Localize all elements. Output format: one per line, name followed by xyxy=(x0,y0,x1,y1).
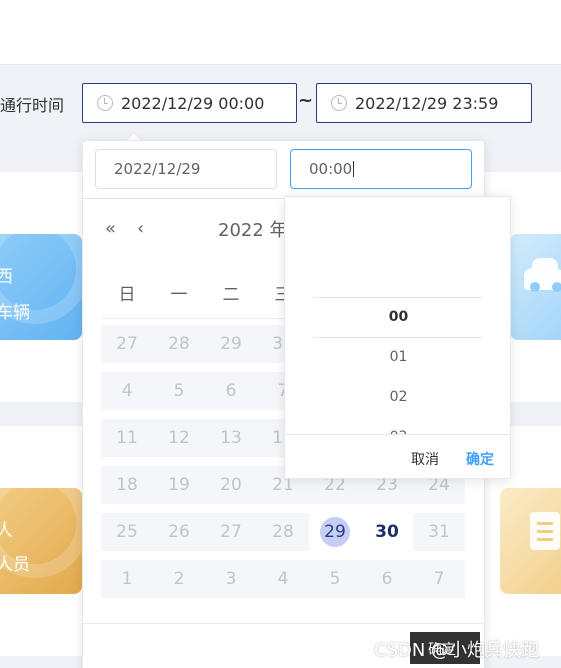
day-cell[interactable]: 28 xyxy=(257,513,309,551)
picker-footer-divider xyxy=(83,623,484,624)
document-stat-card[interactable] xyxy=(500,488,561,594)
day-cell[interactable]: 29 xyxy=(205,325,257,363)
day-cell[interactable]: 19 xyxy=(153,466,205,504)
time-panel-footer: 取消 确定 xyxy=(285,434,510,478)
day-cell[interactable]: 4 xyxy=(257,560,309,598)
text-caret xyxy=(353,161,355,177)
weekday-label: 日 xyxy=(118,285,136,305)
day-cell[interactable]: 2 xyxy=(153,560,205,598)
day-cell[interactable]: 3 xyxy=(205,560,257,598)
start-datetime-input[interactable]: 2022/12/29 00:00 xyxy=(82,83,297,123)
end-datetime-value: 2022/12/29 23:59 xyxy=(355,93,499,113)
watermark-text: CSDN @小炮兵快跑 xyxy=(374,640,540,661)
cancel-button[interactable]: 取消 xyxy=(411,449,439,469)
clock-icon xyxy=(331,95,347,111)
prev-year-button[interactable]: « xyxy=(105,218,116,239)
picker-time-input[interactable]: 00:00 xyxy=(290,149,472,189)
vehicle-card-label-1: 西 xyxy=(0,267,13,287)
day-cell[interactable]: 5 xyxy=(309,560,361,598)
filter-label: 通行时间 xyxy=(0,96,65,115)
person-card-label-2: 人员 xyxy=(0,555,30,575)
day-cell[interactable]: 6 xyxy=(361,560,413,598)
weekday-label: 一 xyxy=(170,285,188,305)
person-stat-card[interactable] xyxy=(0,488,82,594)
top-bar xyxy=(0,0,561,64)
today-day-cell[interactable]: 30 xyxy=(361,513,413,551)
vehicle-stat-card[interactable] xyxy=(0,234,82,340)
day-cell[interactable]: 20 xyxy=(205,466,257,504)
day-cell[interactable]: 4 xyxy=(101,372,153,410)
document-icon xyxy=(530,512,560,550)
selection-line-bottom xyxy=(313,337,483,338)
day-cell[interactable]: 26 xyxy=(153,513,205,551)
day-cell[interactable]: 27 xyxy=(101,325,153,363)
selection-line-top xyxy=(313,297,483,298)
day-cell[interactable]: 1 xyxy=(101,560,153,598)
day-cell[interactable]: 7 xyxy=(413,560,465,598)
end-datetime-input[interactable]: 2022/12/29 23:59 xyxy=(316,83,532,123)
time-option-selected[interactable]: 00 xyxy=(285,309,510,325)
clock-icon xyxy=(97,95,113,111)
day-cell[interactable]: 18 xyxy=(101,466,153,504)
month-title: 2022 年 xyxy=(218,220,288,241)
hour-scroll-list[interactable]: 00 01 02 03 xyxy=(285,197,510,434)
day-cell[interactable]: 11 xyxy=(101,419,153,457)
picker-date-input[interactable]: 2022/12/29 xyxy=(95,149,277,189)
week-row: 1 2 3 4 5 6 7 xyxy=(101,560,465,598)
day-cell[interactable]: 28 xyxy=(153,325,205,363)
confirm-button[interactable]: 确定 xyxy=(466,449,494,469)
selected-day-cell[interactable]: 29 xyxy=(309,513,361,551)
time-option[interactable]: 01 xyxy=(285,349,510,365)
start-datetime-value: 2022/12/29 00:00 xyxy=(121,93,265,113)
day-cell[interactable]: 25 xyxy=(101,513,153,551)
car-icon xyxy=(524,258,561,292)
time-option[interactable]: 02 xyxy=(285,389,510,405)
car-stat-card[interactable] xyxy=(510,234,561,340)
weekday-label: 二 xyxy=(222,285,240,305)
time-spinner-panel: 00 01 02 03 取消 确定 xyxy=(284,196,511,479)
person-card-label-1: 人 xyxy=(0,521,13,541)
day-cell[interactable]: 12 xyxy=(153,419,205,457)
day-cell[interactable]: 31 xyxy=(413,513,465,551)
prev-month-button[interactable]: ‹ xyxy=(137,218,144,239)
day-cell[interactable]: 6 xyxy=(205,372,257,410)
selected-day-label: 29 xyxy=(320,517,350,547)
range-separator: ~ xyxy=(298,90,314,111)
day-cell[interactable]: 13 xyxy=(205,419,257,457)
vehicle-card-label-2: 车辆 xyxy=(0,303,30,323)
picker-time-value: 00:00 xyxy=(309,160,353,178)
day-cell[interactable]: 5 xyxy=(153,372,205,410)
day-cell[interactable]: 27 xyxy=(205,513,257,551)
week-row: 25 26 27 28 29 30 31 xyxy=(101,513,465,551)
